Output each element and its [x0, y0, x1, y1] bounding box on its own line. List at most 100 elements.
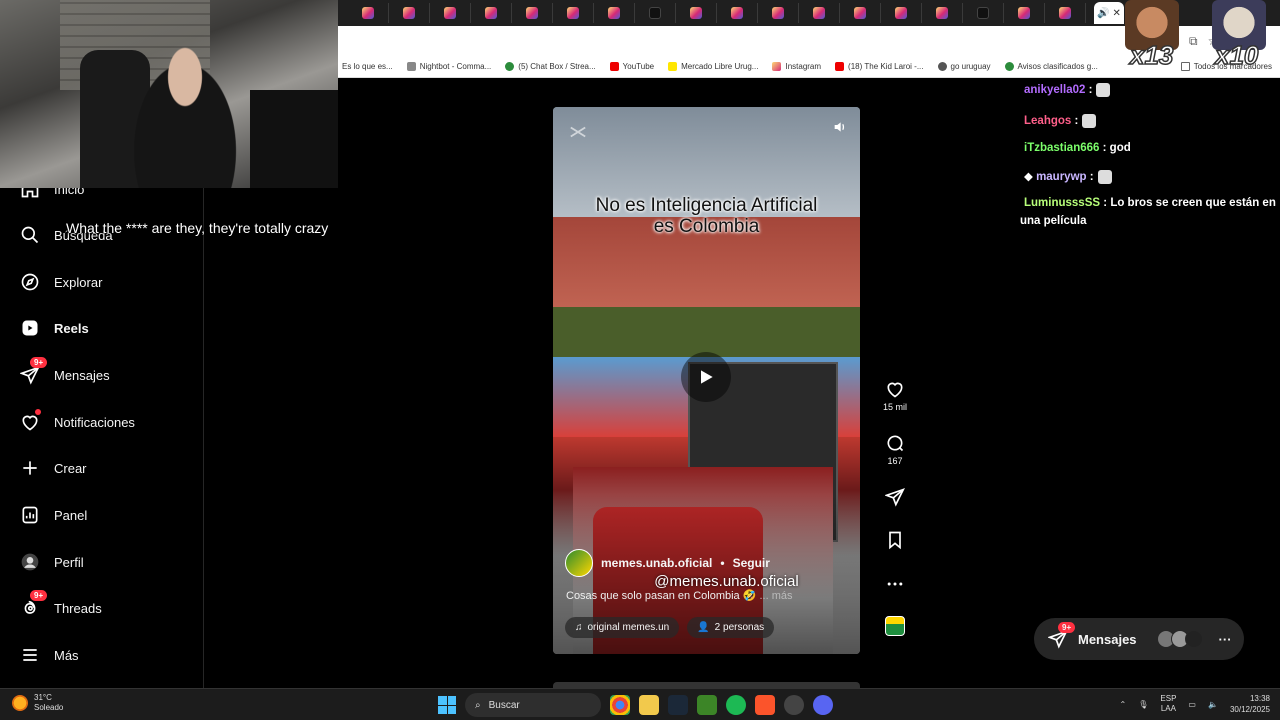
- steam-icon[interactable]: [668, 695, 688, 715]
- network-icon[interactable]: ▭: [1188, 700, 1196, 709]
- bookmark-item[interactable]: Es lo que es...: [342, 62, 393, 71]
- author-name[interactable]: memes.unab.oficial: [601, 556, 712, 570]
- like-count: 15 mil: [882, 402, 907, 412]
- youtube-icon: [835, 62, 845, 71]
- xbox-icon[interactable]: [697, 695, 717, 715]
- bookmark-item[interactable]: go uruguay: [937, 62, 991, 71]
- like-button[interactable]: 15 mil: [880, 379, 910, 412]
- bookmark-item[interactable]: Mercado Libre Urug...: [668, 62, 758, 71]
- taskbar-search[interactable]: ⌕ Buscar: [465, 693, 601, 717]
- chatbox-icon: [505, 62, 515, 71]
- browser-tab[interactable]: [1045, 3, 1086, 23]
- sidebar-item-panel[interactable]: Panel: [20, 503, 87, 527]
- brave-icon[interactable]: [755, 695, 775, 715]
- taskbar-apps: ⌕ Buscar: [438, 693, 833, 717]
- audio-chip[interactable]: ♫ original memes.un: [565, 617, 680, 638]
- sidebar-item-threads[interactable]: 9+ Threads: [20, 590, 102, 620]
- bookmark-item[interactable]: YouTube: [609, 62, 654, 71]
- reel-video-caption: No es Inteligencia Artificial es Colombi…: [595, 195, 818, 237]
- windows-taskbar: 31°C Soleado ⌕ Buscar ⌃ 🎙 ESP LAA ▭ 🔈 13…: [0, 688, 1280, 720]
- install-icon[interactable]: ⧉: [1189, 34, 1198, 49]
- active-browser-tab[interactable]: 🔊 ✕: [1094, 2, 1124, 24]
- browser-tab[interactable]: [471, 3, 512, 23]
- follow-button[interactable]: Seguir: [733, 556, 770, 570]
- browser-tab[interactable]: [717, 3, 758, 23]
- sidebar-item-crear[interactable]: Crear: [20, 456, 87, 480]
- browser-tab[interactable]: [1004, 3, 1045, 23]
- browser-tab[interactable]: [922, 3, 963, 23]
- discord-icon[interactable]: [813, 695, 833, 715]
- comment-button[interactable]: 167: [880, 433, 910, 466]
- taskbar-clock[interactable]: 13:38 30/12/2025: [1230, 693, 1270, 715]
- sidebar-item-explorar[interactable]: Explorar: [20, 270, 102, 294]
- sidebar-item-perfil[interactable]: Perfil: [20, 550, 84, 574]
- reel-video[interactable]: No es Inteligencia Artificial es Colombi…: [553, 107, 860, 654]
- browser-tab[interactable]: [799, 3, 840, 23]
- audio-thumbnail[interactable]: [885, 616, 905, 636]
- tagged-people-chip[interactable]: 👤 2 personas: [687, 617, 775, 638]
- browser-tab[interactable]: [348, 3, 389, 23]
- comment-icon: [887, 435, 904, 452]
- notification-badge: 9+: [30, 357, 48, 368]
- browser-tab[interactable]: [758, 3, 799, 23]
- language-indicator[interactable]: ESP LAA: [1160, 694, 1176, 714]
- chat-emote-icon: [1082, 114, 1097, 128]
- chat-message: ◆ maurywp :: [1024, 169, 1112, 184]
- bookmark-item[interactable]: Avisos clasificados g...: [1004, 62, 1098, 71]
- share-button[interactable]: [880, 487, 910, 510]
- bookmark-item[interactable]: Instagram: [772, 62, 821, 71]
- browser-tab[interactable]: [676, 3, 717, 23]
- messages-popup-button[interactable]: 9+ Mensajes ···: [1034, 618, 1244, 660]
- browser-tab[interactable]: [430, 3, 471, 23]
- capcut-logo-icon: [570, 126, 586, 138]
- instagram-icon: [936, 7, 948, 19]
- comment-count: 167: [887, 456, 903, 466]
- play-icon: [701, 370, 713, 384]
- save-button[interactable]: [880, 530, 910, 553]
- browser-tab[interactable]: [553, 3, 594, 23]
- sun-icon: [12, 695, 28, 711]
- notification-badge: 9+: [30, 590, 48, 601]
- bookmark-item[interactable]: Nightbot - Comma...: [406, 62, 491, 71]
- chat-message: iTzbastian666 : god: [1024, 142, 1131, 154]
- browser-tab[interactable]: [389, 3, 430, 23]
- chat-message: LuminusssSS : Lo bros se creen que están…: [1024, 197, 1276, 209]
- dashboard-icon: [22, 506, 38, 524]
- chrome-icon[interactable]: [610, 695, 630, 715]
- sidebar-item-reels[interactable]: Reels: [20, 316, 89, 340]
- system-tray: ⌃ 🎙 ESP LAA ▭ 🔈 13:38 30/12/2025: [1120, 693, 1270, 715]
- browser-tab[interactable]: [635, 3, 676, 23]
- instagram-icon: [895, 7, 907, 19]
- notification-dot: [35, 409, 41, 415]
- browser-tab[interactable]: [512, 3, 553, 23]
- browser-tab[interactable]: [881, 3, 922, 23]
- reel-chips: ♫ original memes.un 👤 2 personas: [565, 617, 775, 638]
- sidebar-item-mensajes[interactable]: 9+ Mensajes: [20, 357, 110, 387]
- bookmark-item[interactable]: (5) Chat Box / Strea...: [505, 62, 596, 71]
- browser-tab[interactable]: [594, 3, 635, 23]
- windows-start-icon[interactable]: [438, 696, 456, 714]
- obs-icon[interactable]: [784, 695, 804, 715]
- video-trees: [553, 307, 860, 357]
- bookmark-item[interactable]: (18) The Kid Laroi -...: [835, 62, 924, 71]
- compass-icon: [21, 273, 39, 291]
- instagram-icon: [1059, 7, 1071, 19]
- play-button[interactable]: [681, 352, 731, 402]
- sidebar-item-notificaciones[interactable]: Notificaciones: [20, 409, 135, 434]
- microphone-icon[interactable]: 🎙: [1138, 700, 1148, 709]
- more-link[interactable]: ... más: [759, 590, 792, 602]
- more-options-button[interactable]: [880, 574, 910, 597]
- close-tab-icon[interactable]: ✕: [1113, 8, 1121, 19]
- menu-icon: [23, 649, 37, 661]
- volume-icon[interactable]: [832, 119, 848, 135]
- file-explorer-icon[interactable]: [639, 695, 659, 715]
- weather-widget[interactable]: 31°C Soleado: [12, 693, 63, 713]
- chat-message: Leahgos :: [1024, 114, 1097, 128]
- sidebar-item-mas[interactable]: Más: [20, 643, 79, 667]
- volume-icon[interactable]: 🔈: [1208, 700, 1218, 709]
- browser-tab[interactable]: [963, 3, 1004, 23]
- webcam-monitor: [250, 90, 338, 188]
- spotify-icon[interactable]: [726, 695, 746, 715]
- chevron-up-icon[interactable]: ⌃: [1120, 700, 1127, 709]
- browser-tab[interactable]: [840, 3, 881, 23]
